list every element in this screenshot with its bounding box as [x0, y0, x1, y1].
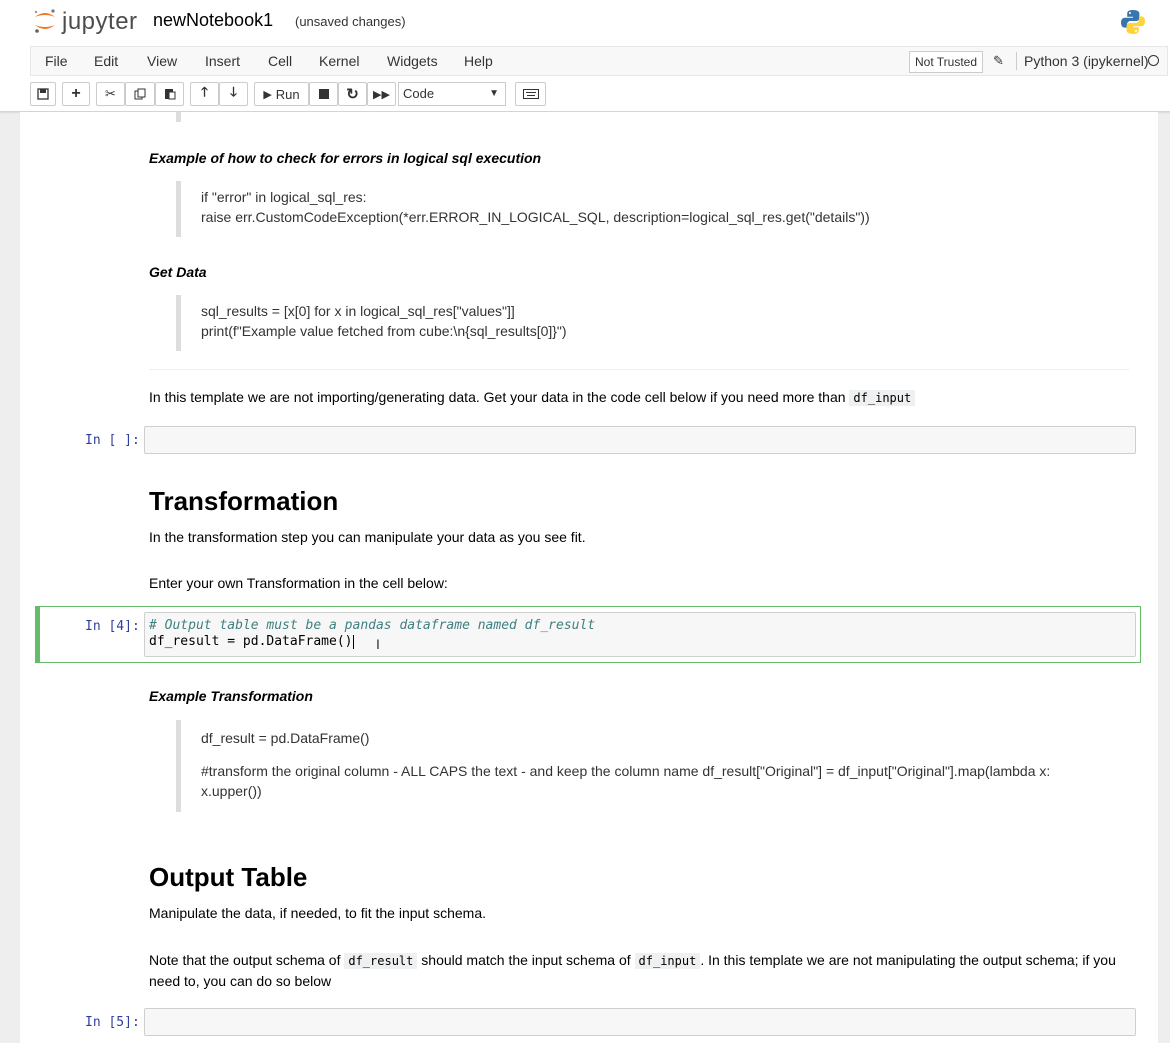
error-check-heading: Example of how to check for errors in lo…	[149, 150, 542, 166]
save-button[interactable]	[30, 82, 56, 106]
save-status: (unsaved changes)	[295, 14, 406, 29]
scissors-icon: ✂	[105, 86, 116, 101]
output-description: Manipulate the data, if needed, to fit t…	[149, 905, 486, 921]
template-note: In this template we are not importing/ge…	[149, 389, 916, 406]
note-text-4: need to, you can do so below	[149, 973, 332, 989]
blockquote-continuation	[176, 112, 181, 122]
example-code-line-1: df_result = pd.DataFrame()	[201, 730, 370, 746]
restart-button[interactable]: ↻	[338, 82, 367, 106]
get-data-code-line-2: print(f"Example value fetched from cube:…	[201, 323, 567, 339]
divider	[149, 369, 1129, 370]
copy-button[interactable]	[125, 82, 155, 106]
template-note-code: df_input	[849, 390, 916, 406]
kernel-status-icon	[1148, 55, 1159, 66]
example-transformation-heading: Example Transformation	[149, 688, 313, 704]
text-cursor	[352, 634, 354, 649]
arrow-down-icon: 🡓	[230, 84, 237, 99]
menu-file[interactable]: File	[45, 53, 68, 69]
cell-prompt-4: In [4]:	[85, 619, 140, 634]
note-text-2: should match the input schema of	[421, 952, 631, 968]
menu-cell[interactable]: Cell	[268, 53, 292, 69]
get-data-code-line-1: sql_results = [x[0] for x in logical_sql…	[201, 303, 515, 319]
output-schema-note: Note that the output schema of df_result…	[149, 950, 1134, 991]
restart-icon: ↻	[346, 86, 359, 103]
note-text-1: Note that the output schema of	[149, 952, 341, 968]
insert-cell-button[interactable]: +	[62, 82, 90, 106]
cell-prompt-5: In [5]:	[85, 1015, 140, 1030]
error-code-line-1: if "error" in logical_sql_res:	[201, 189, 367, 205]
cell-prompt-empty: In [ ]:	[85, 433, 140, 448]
cell-4-code: df_result = pd.DataFrame()	[149, 634, 1131, 650]
paste-icon	[164, 89, 175, 100]
cell-type-select[interactable]: Code ▼	[398, 82, 506, 106]
save-icon	[37, 88, 49, 100]
jupyter-logo-text[interactable]: jupyter	[62, 8, 138, 36]
menu-edit[interactable]: Edit	[94, 53, 118, 69]
menu-kernel[interactable]: Kernel	[319, 53, 359, 69]
cell-type-value: Code	[403, 86, 435, 101]
kernel-divider	[1016, 52, 1017, 70]
transformation-heading: Transformation	[149, 486, 339, 516]
toolbar: + ✂ 🡑 🡓 ▶ Run ↻ ▶▶ Code ▼	[0, 82, 1170, 108]
paste-button[interactable]	[155, 82, 184, 106]
error-check-blockquote: if "error" in logical_sql_res: raise err…	[176, 181, 870, 237]
get-data-heading: Get Data	[149, 264, 207, 280]
transformation-description: In the transformation step you can manip…	[149, 529, 586, 545]
notebook-name[interactable]: newNotebook1	[153, 10, 273, 31]
run-label: Run	[275, 86, 300, 102]
cell-4-comment: # Output table must be a pandas datafram…	[149, 618, 596, 633]
move-up-button[interactable]: 🡑	[190, 82, 219, 106]
code-cell-4[interactable]: # Output table must be a pandas datafram…	[144, 612, 1136, 657]
play-icon: ▶	[263, 88, 272, 101]
note-code-df-input: df_input	[634, 953, 701, 969]
code-cell-empty[interactable]	[144, 426, 1136, 454]
note-code-df-result: df_result	[344, 953, 418, 969]
top-bar: jupyter newNotebook1 (unsaved changes)	[0, 0, 1170, 44]
cut-button[interactable]: ✂	[96, 82, 125, 106]
arrow-up-icon: 🡑	[201, 84, 208, 99]
menu-view[interactable]: View	[147, 53, 177, 69]
jupyter-logo-icon[interactable]	[32, 8, 58, 34]
code-cell-5[interactable]	[144, 1008, 1136, 1036]
output-table-heading: Output Table	[149, 862, 308, 892]
edit-pencil-icon[interactable]: ✎	[993, 53, 1004, 69]
cell-4-code-text: df_result = pd.DataFrame()	[149, 634, 353, 649]
header: jupyter newNotebook1 (unsaved changes) F…	[0, 0, 1170, 112]
python-logo-icon	[1121, 10, 1145, 34]
run-button[interactable]: ▶ Run	[254, 82, 309, 106]
example-code-line-2: #transform the original column - ALL CAP…	[201, 763, 1051, 779]
kernel-name[interactable]: Python 3 (ipykernel)	[1024, 53, 1149, 69]
template-note-text: In this template we are not importing/ge…	[149, 389, 846, 405]
example-code-line-3: x.upper())	[201, 783, 262, 799]
transformation-instruction: Enter your own Transformation in the cel…	[149, 575, 448, 591]
keyboard-icon	[522, 89, 539, 99]
chevron-down-icon: ▼	[489, 88, 499, 99]
copy-icon	[134, 88, 146, 100]
menu-widgets[interactable]: Widgets	[387, 53, 438, 69]
fast-forward-icon: ▶▶	[373, 88, 390, 101]
menu-help[interactable]: Help	[464, 53, 493, 69]
note-text-3: . In this template we are not manipulati…	[700, 952, 1116, 968]
restart-run-all-button[interactable]: ▶▶	[367, 82, 396, 106]
menu-bar: File Edit View Insert Cell Kernel Widget…	[30, 46, 1168, 76]
plus-icon: +	[71, 85, 81, 102]
get-data-blockquote: sql_results = [x[0] for x in logical_sql…	[176, 295, 567, 351]
menu-insert[interactable]: Insert	[205, 53, 240, 69]
move-down-button[interactable]: 🡓	[219, 82, 248, 106]
interrupt-button[interactable]	[309, 82, 338, 106]
error-code-line-2: raise err.CustomCodeException(*err.ERROR…	[201, 209, 870, 225]
mouse-ibeam-icon: I	[376, 636, 380, 652]
example-transformation-blockquote: df_result = pd.DataFrame() #transform th…	[176, 720, 1050, 812]
command-palette-button[interactable]	[515, 82, 546, 106]
stop-icon	[318, 89, 329, 99]
not-trusted-button[interactable]: Not Trusted	[909, 51, 984, 73]
